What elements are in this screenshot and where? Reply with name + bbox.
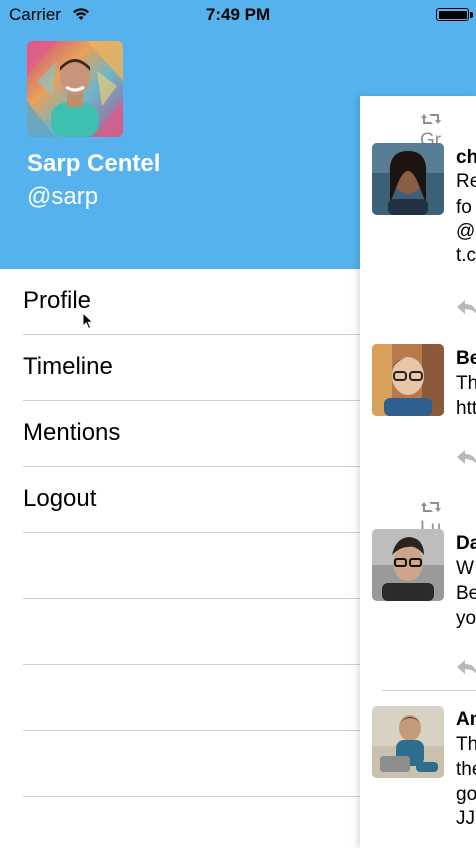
timeline-panel[interactable]: Gr ch Re fo @l t.c Be Th htt	[360, 96, 476, 848]
tweet-author-name: ch	[456, 147, 476, 168]
tweet-avatar[interactable]	[372, 706, 444, 778]
menu-item-label: Timeline	[23, 353, 113, 380]
tweet-line: JJ	[456, 808, 475, 829]
menu-item-label: Logout	[23, 485, 97, 512]
tweet-avatar[interactable]	[372, 529, 444, 601]
status-bar: Carrier 7:49 PM	[0, 0, 476, 30]
battery-tip	[470, 12, 473, 18]
menu-item-empty	[0, 533, 360, 599]
reply-icon[interactable]	[456, 298, 476, 321]
tweet-line: fo	[456, 197, 472, 218]
tweet-line: t.c	[456, 245, 476, 266]
tweet-line: @l	[456, 221, 476, 242]
tweet-avatar[interactable]	[372, 344, 444, 416]
menu-item-profile[interactable]: Profile	[0, 269, 360, 335]
tweet-line: Re	[456, 171, 476, 192]
tweet-author-name: Da	[456, 533, 476, 554]
cursor-icon	[82, 311, 94, 335]
tweet-avatar[interactable]	[372, 143, 444, 215]
menu-item-label: Profile	[23, 287, 92, 314]
tweet-line: Th	[456, 373, 476, 394]
tweet-author[interactable]: Da	[456, 532, 476, 556]
profile-name: Sarp Centel	[27, 150, 161, 177]
menu-item-timeline[interactable]: Timeline	[0, 335, 360, 401]
battery-level	[438, 10, 467, 19]
tweet-line: W	[456, 558, 474, 579]
menu-item-empty	[0, 731, 360, 797]
menu-divider	[23, 796, 360, 797]
tweet-author-name: An	[456, 709, 476, 730]
menu-item-logout[interactable]: Logout	[0, 467, 360, 533]
tweet-line: yo	[456, 608, 476, 629]
tweet-author[interactable]: An	[456, 708, 476, 732]
profile-avatar[interactable]	[27, 41, 123, 137]
tweet-line: Be	[456, 583, 476, 604]
menu-item-mentions[interactable]: Mentions	[0, 401, 360, 467]
reply-icon[interactable]	[456, 658, 476, 681]
tweet-author[interactable]: ch	[456, 146, 476, 170]
tweet-author[interactable]: Be	[456, 347, 476, 371]
status-time: 7:49 PM	[205, 5, 271, 24]
menu-item-empty	[0, 599, 360, 665]
tweet-line: the	[456, 759, 476, 780]
retweet-icon	[420, 496, 454, 517]
menu-item-empty	[0, 665, 360, 731]
tweet-line: Th	[456, 734, 476, 755]
timeline-divider	[382, 690, 476, 691]
reply-icon[interactable]	[456, 448, 476, 471]
retweet-icon	[420, 108, 454, 129]
tweet-line: htt	[456, 398, 476, 419]
menu-item-label: Mentions	[23, 419, 121, 446]
battery-icon	[436, 8, 469, 21]
side-menu: Profile Timeline Mentions Logout	[0, 269, 360, 797]
tweet-line: go	[456, 784, 476, 805]
profile-handle: @sarp	[27, 183, 99, 210]
tweet-author-name: Be	[456, 348, 476, 369]
